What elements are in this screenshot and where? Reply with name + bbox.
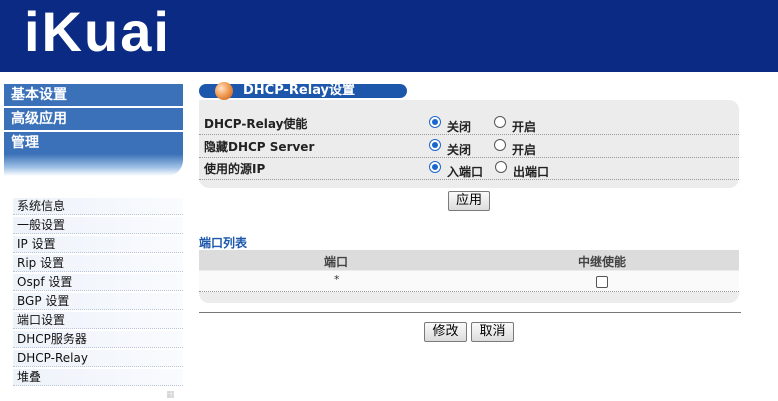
- sidebar-item-rip[interactable]: Rip 设置: [13, 255, 183, 272]
- sidebar-item-stack[interactable]: 堆叠: [13, 369, 183, 386]
- section-title: DHCP-Relay设置: [243, 83, 356, 98]
- nav-decoration: [4, 154, 183, 176]
- source-ip-outbound-radio[interactable]: [495, 161, 507, 173]
- settings-panel: DHCP-Relay使能 关闭 开启 隐藏DHCP Server 关闭 开启 使…: [199, 100, 739, 188]
- sidebar-item-ip[interactable]: IP 设置: [13, 236, 183, 253]
- option-label: 出端口: [513, 165, 550, 179]
- orb-icon: [215, 82, 233, 100]
- section-tab: DHCP-Relay设置: [199, 82, 407, 100]
- sidebar-item-ospf[interactable]: Ospf 设置: [13, 274, 183, 291]
- hide-dhcp-on-radio[interactable]: [494, 139, 506, 151]
- option-label: 关闭: [447, 143, 472, 157]
- relay-enable-on-radio[interactable]: [494, 116, 506, 128]
- resize-grip-icon[interactable]: ▦: [166, 390, 176, 400]
- cancel-button[interactable]: 取消: [471, 322, 514, 342]
- option-label: 关闭: [447, 120, 472, 134]
- setting-row-relay-enable: DHCP-Relay使能 关闭 开启: [199, 112, 739, 135]
- divider: [199, 312, 741, 313]
- ports-table: 端口 中继使能 *: [199, 250, 739, 303]
- nav-basic-settings[interactable]: 基本设置: [4, 84, 183, 106]
- option-label: 开启: [512, 120, 537, 134]
- option-label: 开启: [512, 143, 537, 157]
- source-ip-inbound-radio[interactable]: [429, 161, 441, 173]
- relay-enable-checkbox[interactable]: [596, 276, 608, 288]
- nav-advanced[interactable]: 高级应用: [4, 108, 183, 130]
- sidebar-item-port[interactable]: 端口设置: [13, 312, 183, 329]
- port-cell: *: [334, 273, 340, 286]
- setting-label: 使用的源IP: [204, 162, 266, 176]
- hide-dhcp-off-radio[interactable]: [429, 139, 441, 151]
- setting-label: 隐藏DHCP Server: [204, 140, 315, 154]
- sidebar-item-system-info[interactable]: 系统信息: [13, 198, 183, 215]
- setting-row-source-ip: 使用的源IP 入端口 出端口: [199, 157, 739, 180]
- ikuai-logo: iKuai: [24, 0, 171, 63]
- table-header: 端口 中继使能: [199, 250, 739, 270]
- sidebar-item-dhcp-relay[interactable]: DHCP-Relay: [13, 350, 183, 367]
- app-header: iKuai: [0, 0, 778, 72]
- nav-management[interactable]: 管理: [4, 132, 183, 154]
- setting-label: DHCP-Relay使能: [204, 117, 308, 131]
- ports-title: 端口列表: [199, 236, 248, 250]
- relay-enable-off-radio[interactable]: [429, 116, 441, 128]
- sidebar: 基本设置 高级应用 管理 系统信息 一般设置 IP 设置 Rip 设置 Ospf…: [0, 72, 188, 401]
- sidebar-item-dhcp-server[interactable]: DHCP服务器: [13, 331, 183, 348]
- sidebar-item-general[interactable]: 一般设置: [13, 217, 183, 234]
- sidebar-item-bgp[interactable]: BGP 设置: [13, 293, 183, 310]
- column-header-port: 端口: [324, 255, 349, 269]
- table-row: *: [199, 271, 739, 292]
- column-header-relay-enable: 中继使能: [578, 255, 627, 269]
- modify-button[interactable]: 修改: [424, 322, 467, 342]
- setting-row-hide-dhcp: 隐藏DHCP Server 关闭 开启: [199, 135, 739, 158]
- apply-button[interactable]: 应用: [448, 191, 490, 211]
- option-label: 入端口: [447, 165, 484, 179]
